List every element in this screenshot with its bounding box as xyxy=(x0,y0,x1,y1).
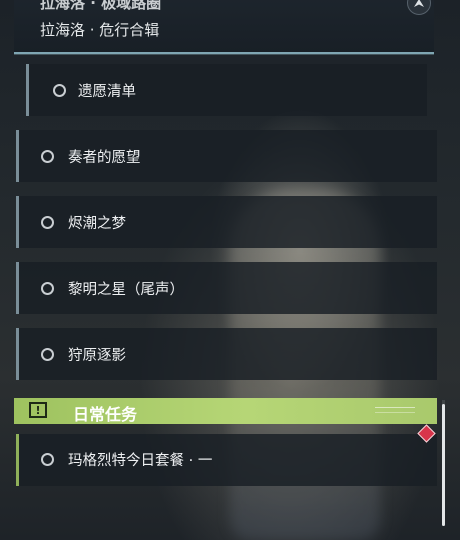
circle-outline-icon xyxy=(41,282,54,295)
collapse-button[interactable] xyxy=(407,0,431,15)
quest-item-2[interactable]: 奏者的愿望 xyxy=(16,130,437,182)
quest-label: 奏者的愿望 xyxy=(68,150,141,166)
quest-label: 狩原逐影 xyxy=(68,348,126,364)
circle-outline-icon xyxy=(41,348,54,361)
quest-item-3[interactable]: 烬潮之梦 xyxy=(16,196,437,248)
quest-group-header[interactable]: 拉海洛 · 极域路圈 拉海洛 · 危行合辑 xyxy=(14,0,434,54)
quest-stripe xyxy=(16,196,19,248)
daily-quest-item-1[interactable]: 玛格烈特今日套餐 · 一 xyxy=(16,434,437,486)
quest-stripe xyxy=(16,328,19,380)
circle-outline-icon xyxy=(41,216,54,229)
quest-item-5[interactable]: 狩原逐影 xyxy=(16,328,437,380)
quest-stripe xyxy=(26,64,29,116)
circle-outline-icon xyxy=(53,84,66,97)
quest-stripe xyxy=(16,262,19,314)
quest-label: 玛格烈特今日套餐 · 一 xyxy=(68,453,213,469)
circle-outline-icon xyxy=(41,453,54,466)
circle-outline-icon xyxy=(41,150,54,163)
chevron-up-icon xyxy=(413,0,425,8)
scrollbar-thumb[interactable] xyxy=(442,404,445,526)
quest-label: 遗愿清单 xyxy=(78,84,136,100)
alert-icon: ! xyxy=(29,402,47,418)
quest-item-1[interactable]: 遗愿清单 xyxy=(26,64,427,116)
daily-quests-title: 日常任务 xyxy=(73,405,138,424)
quest-group-subtitle: 拉海洛 · 危行合辑 xyxy=(40,21,160,39)
daily-quests-header[interactable]: ! 日常任务 xyxy=(14,398,437,424)
quest-group-title: 拉海洛 · 极域路圈 xyxy=(40,0,162,12)
header-decoration xyxy=(375,407,415,413)
quest-stripe xyxy=(16,434,19,486)
quest-label: 烬潮之梦 xyxy=(68,216,126,232)
quest-item-4[interactable]: 黎明之星（尾声） xyxy=(16,262,437,314)
quest-label: 黎明之星（尾声） xyxy=(68,282,184,298)
quest-stripe xyxy=(16,130,19,182)
